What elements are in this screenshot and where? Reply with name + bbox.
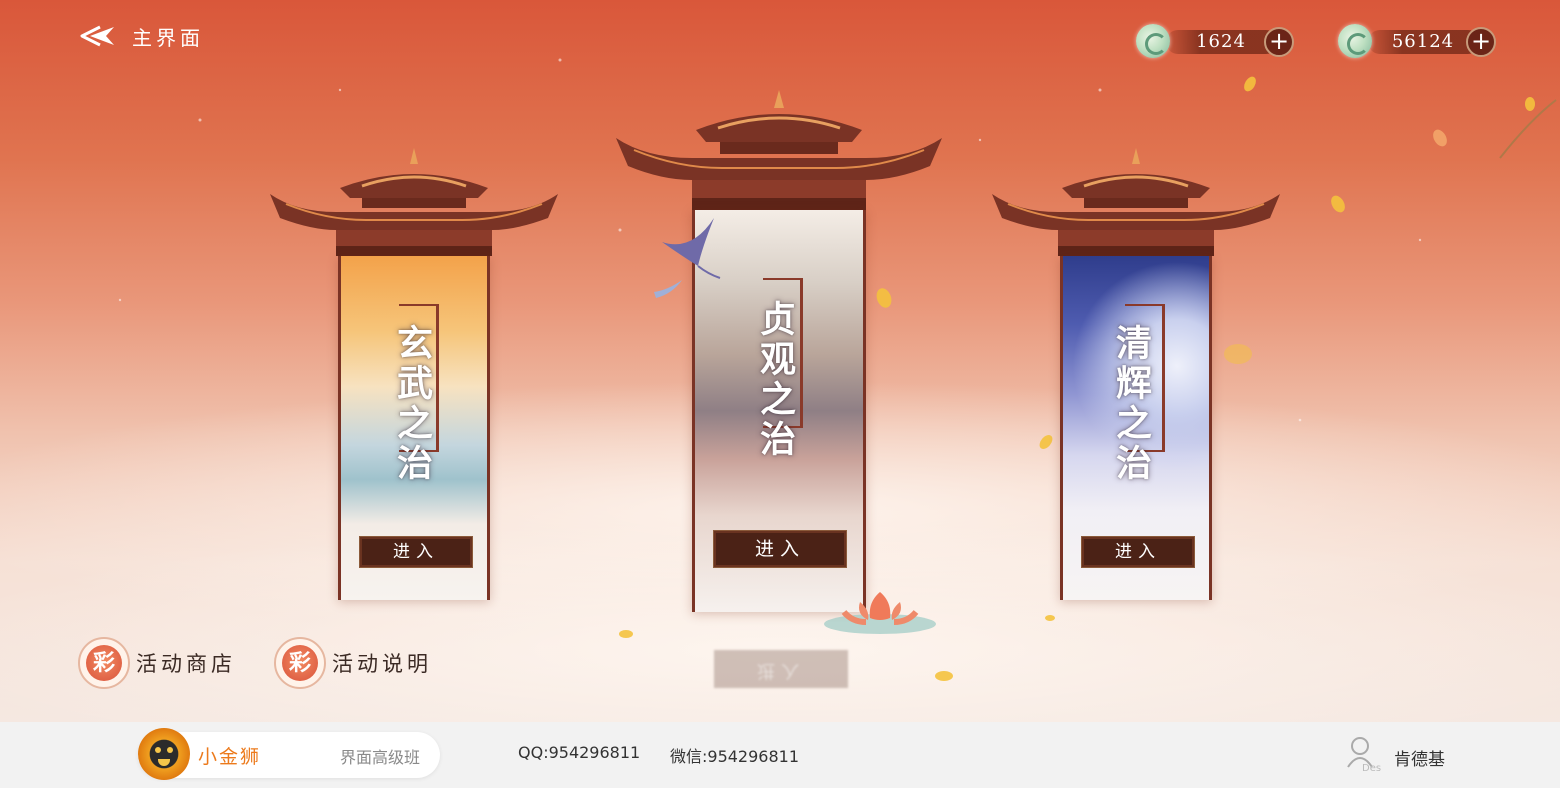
wechat-contact: 微信:954296811 (670, 747, 800, 766)
portal-panel: 玄武之治 进入 (338, 256, 490, 600)
activity-emblem-icon: 彩 (78, 637, 130, 689)
activity-shop-button[interactable]: 彩 活动商店 (78, 636, 236, 690)
pagoda-roof-icon (616, 90, 942, 210)
enter-button[interactable]: 进入 (1081, 536, 1195, 568)
pagoda-roof-icon (270, 148, 558, 256)
back-button[interactable]: 主界面 (78, 20, 204, 52)
activity-emblem-icon: 彩 (274, 637, 326, 689)
course-name: 界面高级班 (340, 748, 421, 767)
portal-panel: 清辉之治 进入 (1060, 256, 1212, 600)
footer-bar: 小金狮 界面高级班 QQ:954296811 微信:954296811 Des … (0, 722, 1560, 788)
portal-xuanwu[interactable]: 玄武之治 进入 (266, 146, 562, 600)
currency-jade-2: 56124 + (1338, 24, 1496, 58)
portal-title: 玄武之治 (391, 324, 433, 484)
brand-badge: 小金狮 界面高级班 (138, 728, 440, 780)
currency-amount: 56124 (1391, 31, 1455, 52)
enter-button-reflection: 进入 (714, 650, 848, 688)
portal-title: 清辉之治 (1110, 324, 1152, 484)
brand-name: 小金狮 (198, 746, 262, 768)
activity-shop-label: 活动商店 (136, 652, 236, 676)
swallow-bird-decoration (654, 218, 721, 298)
add-currency-button[interactable]: + (1264, 27, 1294, 57)
back-label: 主界面 (132, 25, 204, 50)
jade-coin-icon (1338, 24, 1372, 58)
game-scene: 主界面 1624 + 56124 + 玄武之治 进入 贞观之治 进入 清辉之治 … (0, 0, 1560, 722)
currency-amount: 1624 (1196, 31, 1246, 52)
user-info: Des 肯德基 (1346, 734, 1445, 774)
portal-qinghui[interactable]: 清辉之治 进入 (988, 146, 1284, 600)
pagoda-roof-icon (992, 148, 1280, 256)
currency-jade-1: 1624 + (1136, 24, 1294, 58)
lion-logo-icon (138, 728, 190, 780)
enter-button[interactable]: 进入 (713, 530, 847, 568)
user-name: 肯德基 (1394, 749, 1445, 770)
qq-contact: QQ:954296811 (518, 743, 641, 762)
portal-title: 贞观之治 (754, 300, 796, 460)
activity-info-button[interactable]: 彩 活动说明 (274, 636, 432, 690)
jade-coin-icon (1136, 24, 1170, 58)
add-currency-button[interactable]: + (1466, 27, 1496, 57)
activity-info-label: 活动说明 (332, 652, 432, 676)
enter-button[interactable]: 进入 (359, 536, 473, 568)
user-badge-text: Des (1362, 763, 1381, 773)
back-arrow-icon (80, 25, 114, 47)
user-icon: Des (1346, 735, 1384, 774)
lotus-flower-decoration (824, 592, 936, 634)
portal-zhenguan[interactable]: 贞观之治 进入 (612, 86, 946, 612)
